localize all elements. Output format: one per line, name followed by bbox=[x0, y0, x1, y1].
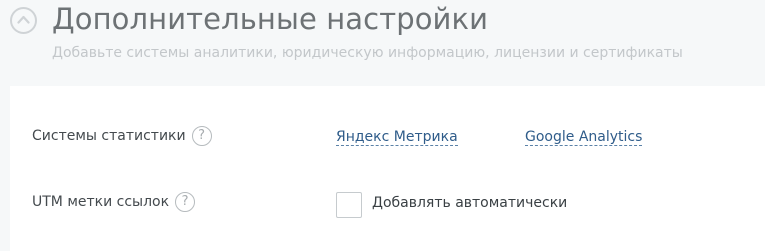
auto-utm-checkbox-label[interactable]: Добавлять автоматически bbox=[372, 195, 567, 211]
section-header: Дополнительные настройки Добавьте систем… bbox=[0, 0, 765, 86]
collapse-button[interactable] bbox=[10, 7, 37, 34]
stats-help-icon[interactable]: ? bbox=[191, 126, 212, 146]
section-subtitle: Добавьте системы аналитики, юридическую … bbox=[52, 45, 683, 61]
utm-row: UTM метки ссылок? bbox=[32, 192, 196, 212]
section-title: Дополнительные настройки bbox=[52, 2, 489, 36]
utm-label: UTM метки ссылок bbox=[32, 194, 170, 210]
auto-utm-checkbox[interactable] bbox=[336, 192, 362, 218]
google-analytics-link[interactable]: Google Analytics bbox=[525, 129, 643, 146]
settings-panel: Системы статистики? Яндекс Метрика Googl… bbox=[10, 86, 765, 251]
stats-label: Системы статистики bbox=[32, 128, 186, 144]
chevron-up-icon bbox=[17, 15, 30, 24]
stats-row: Системы статистики? bbox=[32, 126, 212, 146]
yandex-metrika-link[interactable]: Яндекс Метрика bbox=[336, 129, 458, 146]
utm-help-icon[interactable]: ? bbox=[175, 192, 196, 212]
